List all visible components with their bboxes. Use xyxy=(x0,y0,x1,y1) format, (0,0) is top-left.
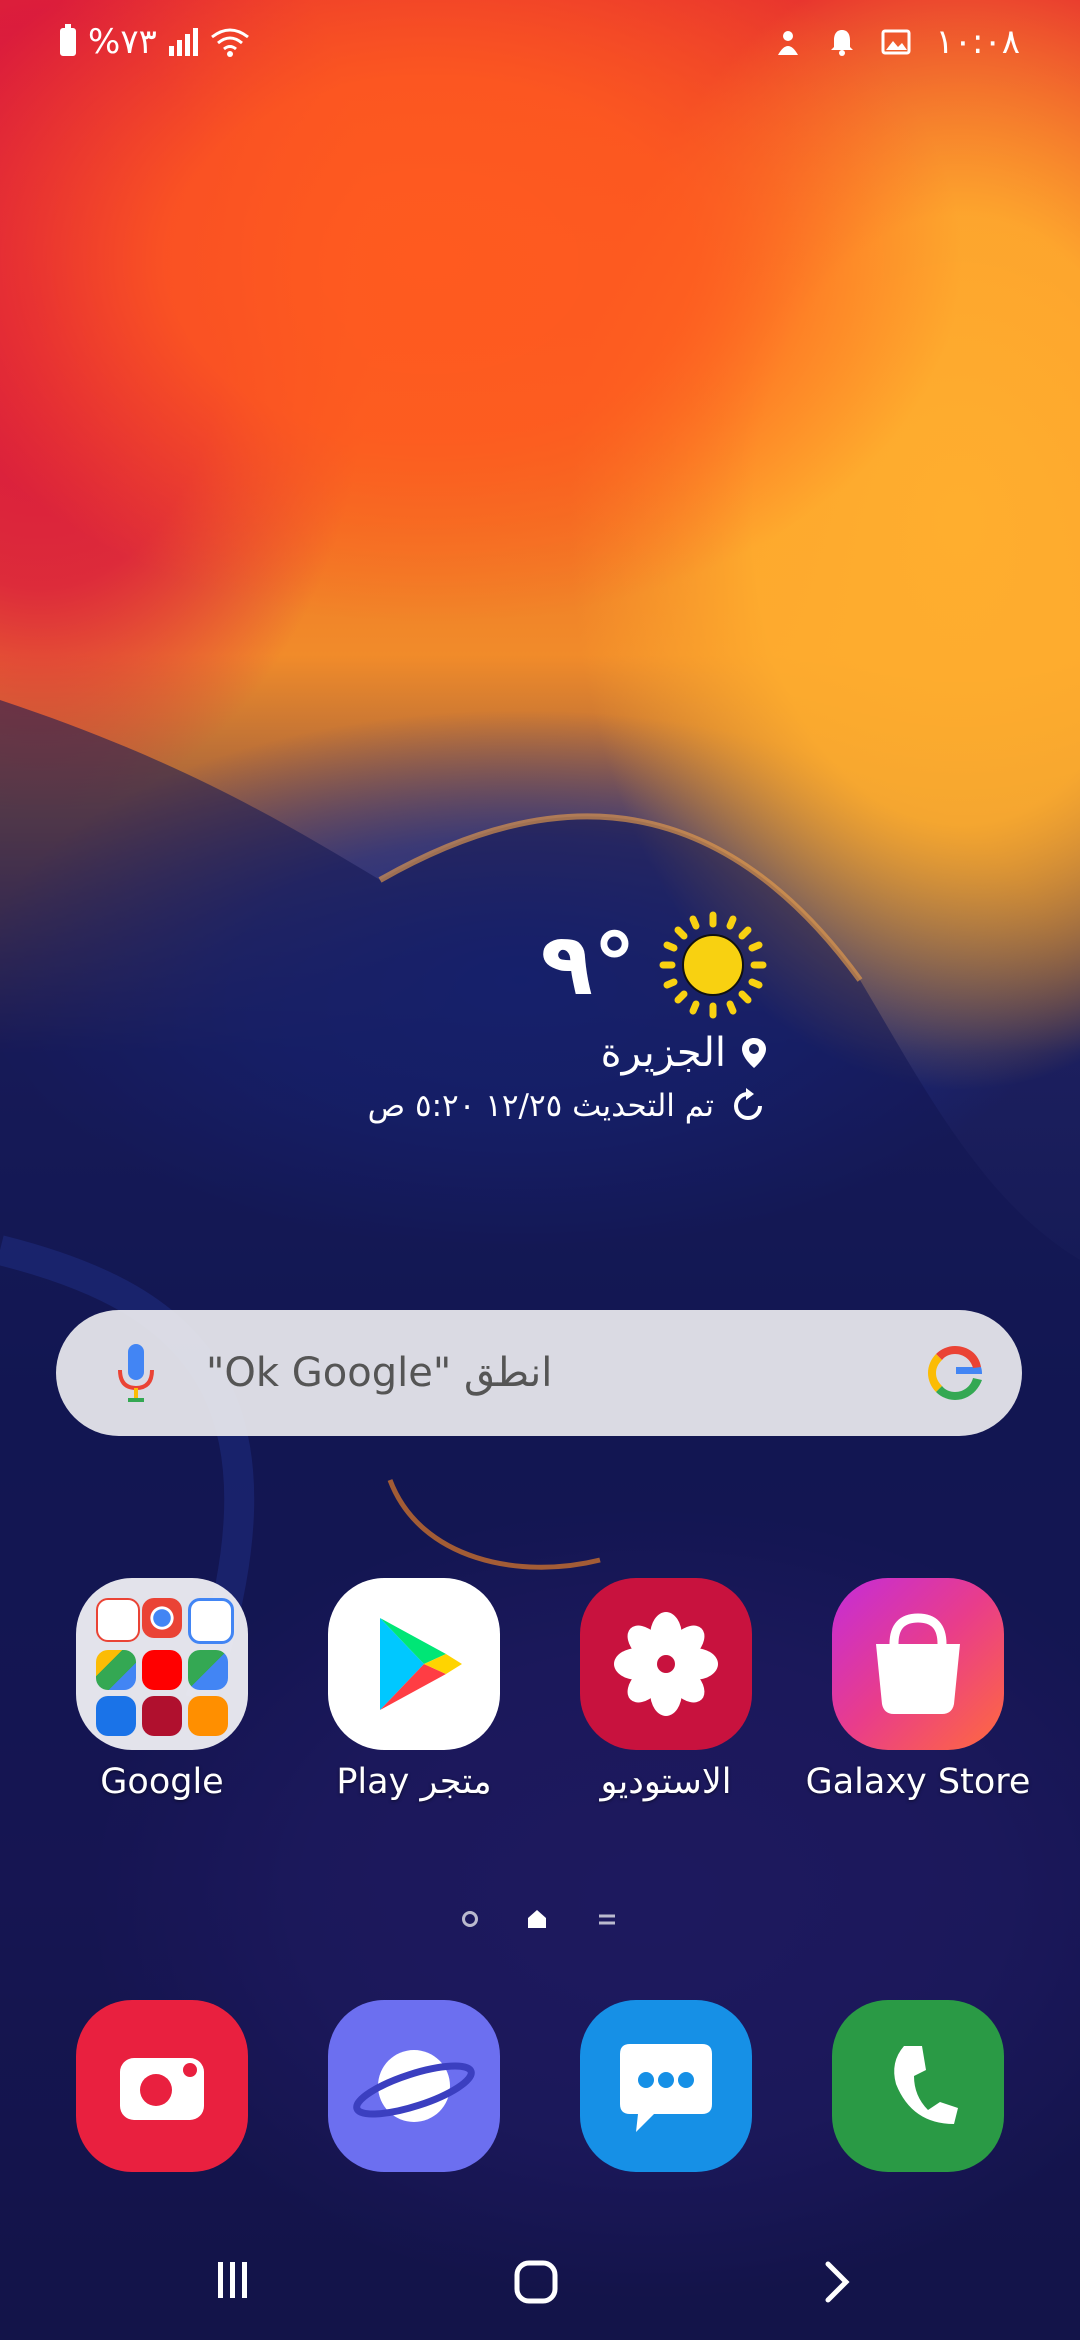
app-label: Play متجر xyxy=(336,1762,492,1802)
play-music-icon xyxy=(188,1696,228,1736)
phone-app[interactable] xyxy=(832,2000,1004,2172)
google-folder-icon xyxy=(76,1578,248,1750)
play-store-icon xyxy=(328,1578,500,1750)
app-label: الاستوديو xyxy=(600,1762,732,1802)
duo-icon xyxy=(96,1696,136,1736)
image-icon xyxy=(881,29,911,55)
battery-icon xyxy=(60,24,76,56)
search-placeholder: انطق "Ok Google" xyxy=(206,1350,553,1396)
menu-page-icon[interactable] xyxy=(596,1908,618,1930)
camera-app[interactable] xyxy=(76,2000,248,2172)
app-google-folder[interactable]: Google xyxy=(36,1578,288,1802)
gallery-icon xyxy=(580,1578,752,1750)
phone-icon xyxy=(894,2046,958,2124)
microphone-icon[interactable] xyxy=(106,1340,166,1406)
bell-icon xyxy=(831,30,854,56)
google-logo-icon[interactable] xyxy=(920,1338,990,1408)
home-button[interactable] xyxy=(512,2258,560,2306)
drive-icon xyxy=(96,1650,136,1690)
signal-icon xyxy=(168,28,198,56)
status-right: ١٠:٠٨ xyxy=(773,22,1020,62)
youtube-icon xyxy=(142,1650,182,1690)
weather-widget[interactable]: ٩° الجزيرة تم التحديث ١٢/٢٥ ٥:٢٠ ص xyxy=(368,910,768,1126)
chrome-icon xyxy=(142,1598,182,1638)
weather-location: الجزيرة xyxy=(600,1030,726,1076)
page-dot[interactable] xyxy=(462,1911,478,1927)
weather-location-row: الجزيرة xyxy=(368,1030,768,1076)
app-play-store[interactable]: Play متجر xyxy=(288,1578,540,1802)
home-page-icon[interactable] xyxy=(526,1908,548,1930)
refresh-icon[interactable] xyxy=(728,1086,768,1126)
app-label: Google xyxy=(100,1762,224,1802)
internet-browser-icon xyxy=(353,2050,475,2122)
recent-apps-button[interactable] xyxy=(210,2258,254,2302)
weather-temperature: ٩° xyxy=(540,915,637,1015)
app-label: Galaxy Store xyxy=(805,1762,1031,1802)
messages-app[interactable] xyxy=(580,2000,752,2172)
weather-update-row: تم التحديث ١٢/٢٥ ٥:٢٠ ص xyxy=(368,1086,768,1126)
galaxy-store-icon xyxy=(832,1578,1004,1750)
wallpaper xyxy=(0,700,1080,2340)
weather-updated: تم التحديث ١٢/٢٥ ٥:٢٠ ص xyxy=(367,1088,714,1124)
weather-temp-row: ٩° xyxy=(368,910,768,1020)
google-icon xyxy=(188,1598,234,1644)
notification-app-icon xyxy=(778,31,799,55)
clock: ١٠:٠٨ xyxy=(935,22,1020,62)
back-button[interactable] xyxy=(818,2258,858,2306)
battery-percent: %٧٣ xyxy=(88,22,157,62)
app-galaxy-store[interactable]: Galaxy Store xyxy=(792,1578,1044,1802)
camera-icon xyxy=(120,2058,204,2120)
maps-icon xyxy=(188,1650,228,1690)
location-pin-icon xyxy=(742,1038,766,1068)
page-indicator[interactable] xyxy=(0,1908,1080,1930)
wifi-icon xyxy=(210,28,249,57)
messages-icon xyxy=(620,2044,712,2132)
play-movies-icon xyxy=(142,1696,182,1736)
status-left: %٧٣ xyxy=(60,22,250,62)
status-bar: %٧٣ ١٠:٠٨ xyxy=(0,0,1080,84)
google-search-bar[interactable]: انطق "Ok Google" xyxy=(56,1310,1022,1436)
internet-app[interactable] xyxy=(328,2000,500,2172)
app-gallery[interactable]: الاستوديو xyxy=(540,1578,792,1802)
gmail-icon xyxy=(96,1598,140,1642)
sun-icon xyxy=(659,911,767,1019)
navigation-bar xyxy=(0,2220,1080,2340)
